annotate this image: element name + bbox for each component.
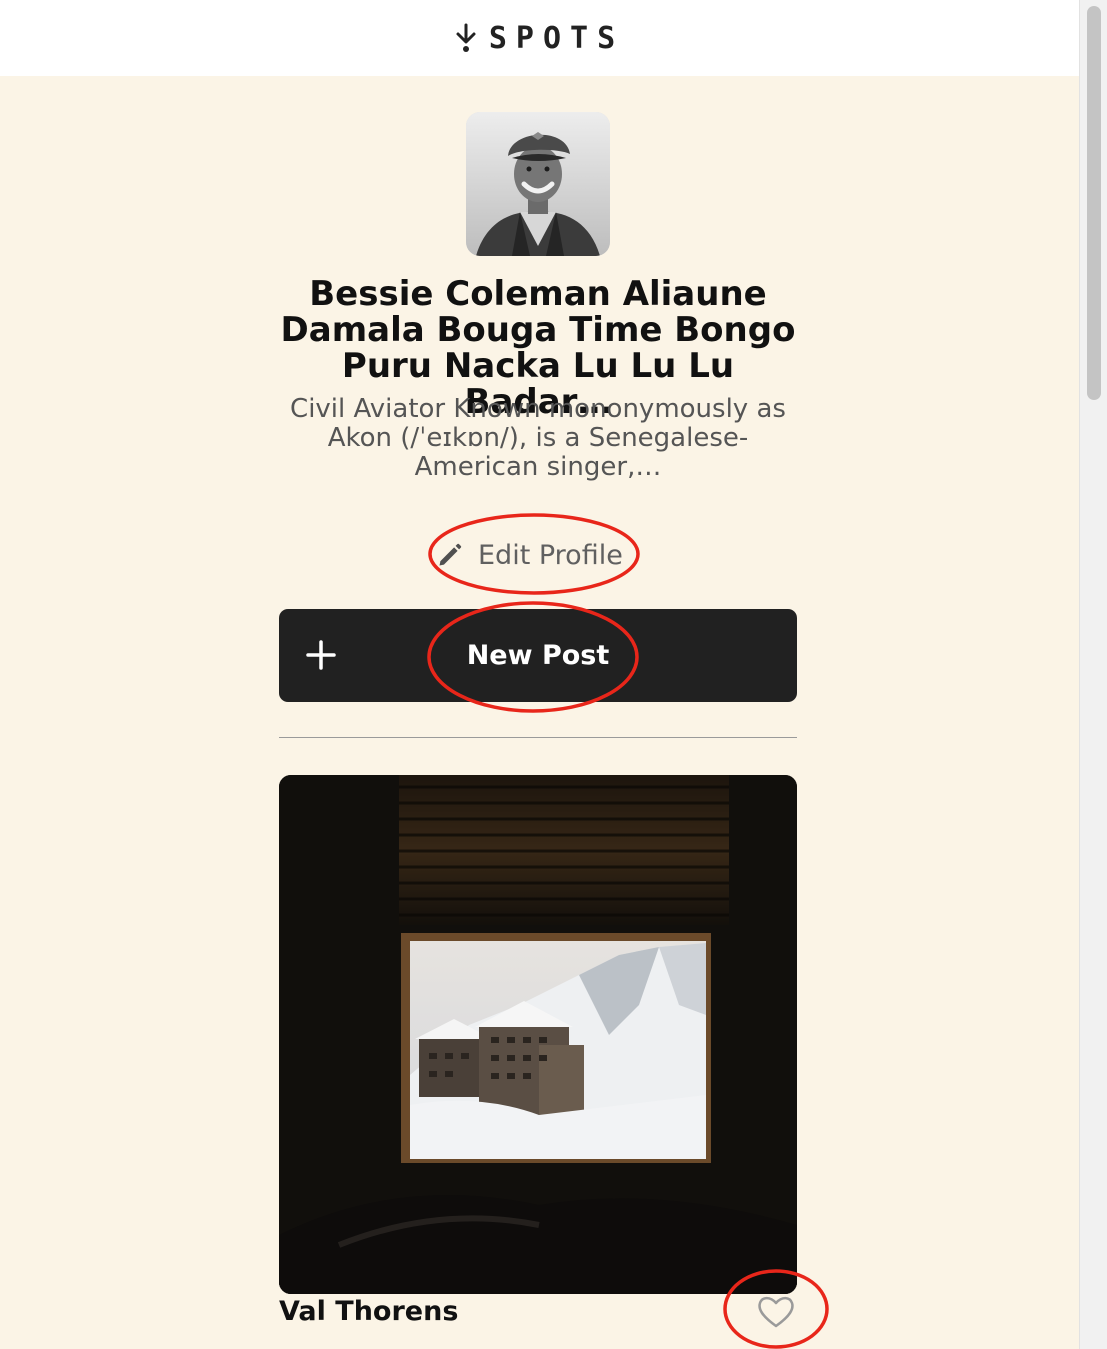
edit-profile-button[interactable]: Edit Profile [436, 535, 623, 575]
page: SPOTS Bessie Coleman Aliaune Damala Boug… [0, 0, 1079, 1349]
scrollbar[interactable] [1079, 0, 1107, 1349]
edit-profile-label: Edit Profile [478, 539, 623, 571]
pencil-icon [439, 543, 462, 566]
card-image[interactable] [279, 775, 797, 1294]
card-title[interactable]: Val Thorens [279, 1294, 458, 1330]
new-post-button[interactable]: New Post [279, 609, 797, 702]
profile-description: Civil Aviator Known mononymously as Akon… [290, 394, 786, 482]
plus-icon [306, 640, 336, 670]
scrollbar-thumb[interactable] [1087, 6, 1101, 400]
avatar [466, 112, 610, 256]
divider [279, 737, 797, 738]
site-header: SPOTS [0, 0, 1079, 76]
heart-icon [758, 1296, 794, 1328]
new-post-label: New Post [466, 640, 610, 671]
like-button[interactable] [756, 1292, 796, 1332]
logo[interactable]: SPOTS [455, 21, 624, 56]
logo-text: SPOTS [488, 20, 625, 56]
logo-icon [456, 23, 476, 52]
